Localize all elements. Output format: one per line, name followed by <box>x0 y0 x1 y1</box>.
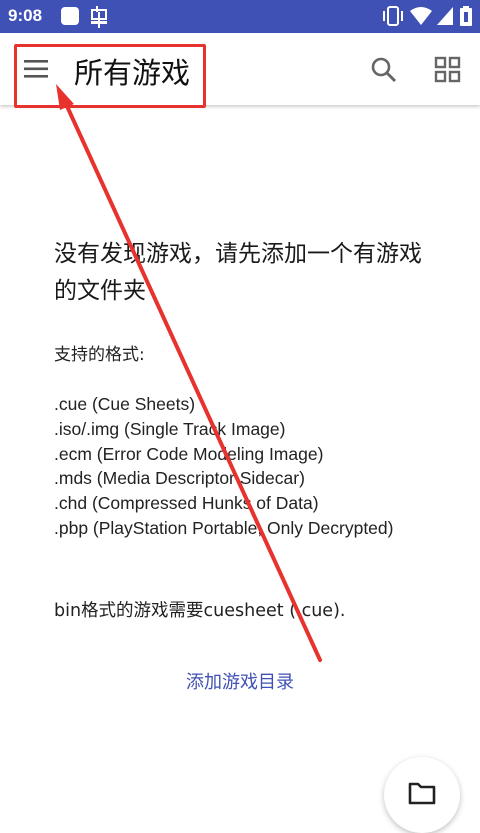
search-icon <box>371 57 397 83</box>
format-item: .iso/.img (Single Track Image) <box>54 418 286 439</box>
vibrate-icon <box>383 6 403 26</box>
add-folder-fab[interactable] <box>384 757 460 833</box>
grid-view-button[interactable] <box>434 56 462 84</box>
add-game-directory-link[interactable]: 添加游戏目录 <box>0 668 480 694</box>
empty-state-headline: 没有发现游戏，请先添加一个有游戏的文件夹 <box>54 241 422 304</box>
annotation-highlight-box <box>14 44 206 108</box>
format-item: .ecm (Error Code Modeling Image) <box>54 443 324 464</box>
bug-icon <box>91 6 107 28</box>
signal-icon <box>437 7 453 25</box>
format-item: .pbp (PlayStation Portable, Only Decrypt… <box>54 517 394 538</box>
folder-icon <box>408 782 436 805</box>
battery-icon <box>460 6 472 26</box>
format-item: .cue (Cue Sheets) <box>54 394 196 414</box>
status-bar: 9:08 <box>0 0 480 33</box>
sim-card-icon <box>61 7 79 25</box>
format-item: .chd (Compressed Hunks of Data) <box>54 493 319 514</box>
format-list: .cue (Cue Sheets) .iso/.img (Single Trac… <box>54 392 424 541</box>
wifi-icon <box>410 7 432 25</box>
formats-label: 支持的格式: <box>54 345 145 365</box>
bin-format-note: bin格式的游戏需要cuesheet (.cue). <box>54 601 346 621</box>
search-button[interactable] <box>370 56 398 84</box>
status-time: 9:08 <box>8 6 43 25</box>
grid-view-icon <box>434 56 461 83</box>
format-item: .mds (Media Descriptor Sidecar) <box>54 468 305 489</box>
